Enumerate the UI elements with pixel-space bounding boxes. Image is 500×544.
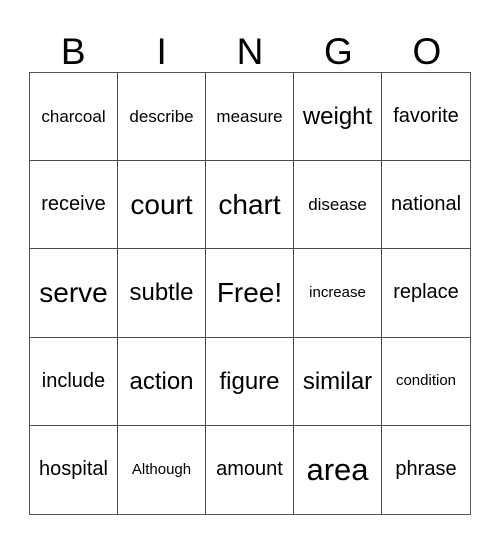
bingo-cell[interactable]: increase xyxy=(294,249,382,338)
bingo-cell[interactable]: figure xyxy=(206,337,294,426)
bingo-cell-label: receive xyxy=(41,193,106,216)
bingo-cell-label: Free! xyxy=(216,277,283,309)
bingo-cell[interactable]: action xyxy=(118,337,206,426)
bingo-cell[interactable]: Although xyxy=(118,425,206,514)
bingo-cell[interactable]: replace xyxy=(382,249,470,338)
bingo-cell-label: chart xyxy=(218,189,281,221)
bingo-cell-label: condition xyxy=(395,372,457,390)
bingo-cell-label: increase xyxy=(309,284,366,302)
bingo-cell[interactable]: area xyxy=(294,425,382,514)
bingo-cell-label: phrase xyxy=(395,458,457,481)
bingo-cell-label: serve xyxy=(39,277,108,309)
bingo-cell-label: include xyxy=(41,369,106,392)
bingo-cell-label: national xyxy=(390,193,462,216)
bingo-cell-label: favorite xyxy=(393,105,459,128)
bingo-cell-label: hospital xyxy=(39,458,108,481)
bingo-header-letter-n: N xyxy=(236,31,264,72)
bingo-cell-label: measure xyxy=(216,106,283,126)
bingo-cell-label: area xyxy=(306,451,369,487)
bingo-cell-label: describe xyxy=(129,106,194,126)
bingo-cell[interactable]: condition xyxy=(382,338,470,426)
bingo-cell[interactable]: phrase xyxy=(382,426,470,514)
bingo-header-row: B I N G O xyxy=(29,14,471,72)
bingo-cell[interactable]: receive xyxy=(30,161,118,250)
bingo-cell[interactable]: chart xyxy=(206,161,294,250)
bingo-free-space[interactable]: Free! xyxy=(206,249,294,338)
bingo-cell-label: similar xyxy=(302,367,373,395)
bingo-cell-label: weight xyxy=(302,103,373,130)
bingo-cell[interactable]: describe xyxy=(118,73,206,162)
bingo-cell-label: court xyxy=(130,189,193,221)
bingo-cell-label: replace xyxy=(393,281,459,304)
bingo-cell-label: charcoal xyxy=(41,106,106,126)
bingo-cell-label: Although xyxy=(131,461,192,479)
bingo-cell[interactable]: charcoal xyxy=(30,73,118,162)
bingo-header-letter-i: I xyxy=(156,31,167,72)
bingo-cell[interactable]: similar xyxy=(294,337,382,426)
bingo-cell[interactable]: subtle xyxy=(118,249,206,338)
bingo-cell[interactable]: amount xyxy=(206,425,294,514)
bingo-cell-label: amount xyxy=(216,458,283,481)
bingo-grid: charcoal describe measure weight favorite rec… xyxy=(29,72,471,515)
bingo-header-letter-o: O xyxy=(412,31,442,72)
bingo-cell[interactable]: weight xyxy=(294,73,382,162)
bingo-cell[interactable]: disease xyxy=(294,161,382,250)
bingo-cell-label: action xyxy=(129,367,194,395)
bingo-cell[interactable]: hospital xyxy=(30,425,118,514)
bingo-cell[interactable]: court xyxy=(118,161,206,250)
bingo-cell[interactable]: include xyxy=(30,337,118,426)
bingo-cell-label: subtle xyxy=(129,279,194,307)
bingo-cell[interactable]: favorite xyxy=(382,73,470,162)
bingo-cell-label: disease xyxy=(308,194,367,214)
bingo-cell[interactable]: national xyxy=(382,161,470,250)
bingo-cell[interactable]: measure xyxy=(206,73,294,162)
bingo-cell-label: figure xyxy=(219,367,280,395)
bingo-header-letter-g: G xyxy=(324,31,353,72)
bingo-cell[interactable]: serve xyxy=(30,249,118,338)
bingo-header-letter-b: B xyxy=(60,31,86,72)
bingo-card: B I N G O charcoal describe measure weight f… xyxy=(0,0,500,544)
